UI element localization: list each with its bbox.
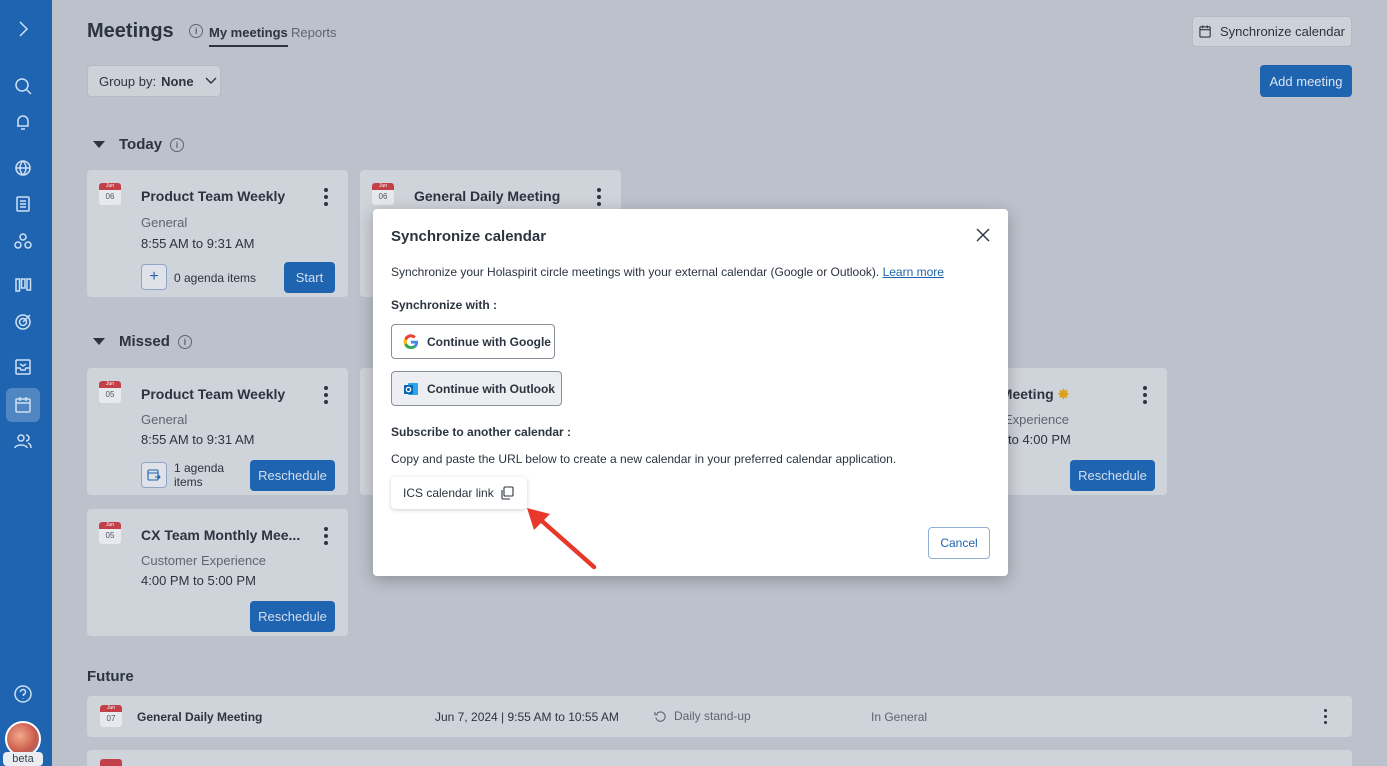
synchronize-calendar-dialog: Synchronize calendar Synchronize your Ho… xyxy=(373,209,1008,576)
caret-down-icon xyxy=(93,338,105,345)
people-icon[interactable] xyxy=(10,428,36,454)
google-icon xyxy=(403,333,418,349)
copy-icon xyxy=(501,486,514,500)
more-options-icon[interactable] xyxy=(324,527,328,548)
more-options-icon[interactable] xyxy=(324,386,328,407)
meeting-date: Jun 7, 2024 | 9:55 AM to 10:55 AM xyxy=(435,710,619,724)
more-options-icon[interactable] xyxy=(324,188,328,209)
more-options-icon[interactable] xyxy=(597,188,601,209)
meeting-card[interactable]: Jun 05 CX Team Monthly Mee... Customer Ex… xyxy=(87,509,348,636)
chevron-right-icon[interactable] xyxy=(10,16,36,42)
subscribe-label: Subscribe to another calendar : xyxy=(391,425,572,439)
dialog-title: Synchronize calendar xyxy=(391,228,547,245)
search-icon[interactable] xyxy=(10,73,36,99)
calendar-date-icon: Jun 07 xyxy=(100,705,122,727)
calendar-date-icon: Jun 05 xyxy=(99,381,121,403)
sidebar: beta xyxy=(0,0,52,766)
meeting-card[interactable]: Jun 05 Product Team Weekly General 8:55 A… xyxy=(87,368,348,495)
board-icon[interactable] xyxy=(10,272,36,298)
recurrence-icon xyxy=(654,710,666,722)
meeting-circle: General xyxy=(141,412,188,427)
reschedule-button[interactable]: Reschedule xyxy=(250,460,335,491)
outlook-icon xyxy=(404,382,418,395)
calendar-icon[interactable] xyxy=(6,388,40,422)
reschedule-button[interactable]: Reschedule xyxy=(1070,460,1155,491)
meeting-time: 8:55 AM to 9:31 AM xyxy=(141,236,255,251)
section-today[interactable]: Today i xyxy=(93,136,185,153)
meeting-recurrence: Daily stand-up xyxy=(654,709,751,723)
caret-down-icon xyxy=(93,141,105,148)
group-by-select[interactable]: Group by: None xyxy=(87,65,221,97)
sync-with-label: Synchronize with : xyxy=(391,298,498,312)
meeting-circle: In General xyxy=(871,710,928,724)
meeting-circle: General xyxy=(141,215,188,230)
meeting-title[interactable]: CX Team Monthly Mee... xyxy=(141,527,300,543)
calendar-date-icon: Jun 06 xyxy=(372,183,394,205)
add-agenda-icon[interactable]: + xyxy=(141,264,167,290)
continue-with-outlook-button[interactable]: Continue with Outlook xyxy=(391,371,562,406)
meeting-title[interactable]: General Daily Meeting xyxy=(137,710,262,724)
circles-icon[interactable] xyxy=(10,228,36,254)
start-button[interactable]: Start xyxy=(284,262,335,293)
meeting-time: to 4:00 PM xyxy=(1008,432,1071,447)
info-icon[interactable]: i xyxy=(170,137,185,152)
inbox-icon[interactable] xyxy=(10,354,36,380)
info-icon[interactable]: i xyxy=(177,334,192,349)
learn-more-link[interactable]: Learn more xyxy=(883,265,944,279)
close-icon[interactable] xyxy=(975,227,991,243)
meeting-title[interactable]: General Daily Meeting xyxy=(414,188,560,204)
meeting-title[interactable]: Product Team Weekly xyxy=(141,386,285,402)
dialog-description: Synchronize your Holaspirit circle meeti… xyxy=(391,265,944,279)
add-meeting-button[interactable]: Add meeting xyxy=(1260,65,1352,97)
synchronize-calendar-button[interactable]: Synchronize calendar xyxy=(1192,16,1352,47)
meeting-circle: Customer Experience xyxy=(141,553,266,568)
bell-icon[interactable] xyxy=(10,109,36,135)
meeting-time: 8:55 AM to 9:31 AM xyxy=(141,432,255,447)
reschedule-button[interactable]: Reschedule xyxy=(250,601,335,632)
more-options-icon[interactable] xyxy=(1143,386,1147,407)
calendar-date-icon: Jun 06 xyxy=(99,183,121,205)
calendar-date-icon xyxy=(100,759,122,766)
target-icon[interactable] xyxy=(10,309,36,335)
tab-reports[interactable]: Reports xyxy=(291,25,337,40)
calendar-date-icon: Jun 05 xyxy=(99,522,121,544)
continue-with-google-button[interactable]: Continue with Google xyxy=(391,324,555,359)
calendar-sync-icon xyxy=(1199,25,1211,38)
chevron-down-icon xyxy=(205,77,217,84)
globe-icon[interactable] xyxy=(10,155,36,181)
tab-my-meetings[interactable]: My meetings xyxy=(209,25,288,47)
beta-badge: beta xyxy=(3,752,43,766)
section-missed[interactable]: Missed i xyxy=(93,333,192,350)
table-row[interactable]: Jun 07 General Daily Meeting Jun 7, 2024 … xyxy=(87,696,1352,737)
help-icon[interactable] xyxy=(10,681,36,707)
meeting-time: 4:00 PM to 5:00 PM xyxy=(141,573,256,588)
subscribe-description: Copy and paste the URL below to create a… xyxy=(391,452,897,466)
section-future: Future xyxy=(87,668,134,685)
info-icon[interactable]: i xyxy=(189,24,204,38)
annotation-arrow-icon xyxy=(527,508,597,570)
agenda-count: 1 agenda items xyxy=(174,461,225,489)
cancel-button[interactable]: Cancel xyxy=(928,527,990,559)
meeting-title[interactable]: Product Team Weekly xyxy=(141,188,285,204)
sun-icon: ✸ xyxy=(1057,386,1070,402)
meeting-card[interactable]: Jun 06 Product Team Weekly General 8:55 A… xyxy=(87,170,348,297)
ics-calendar-link-button[interactable]: ICS calendar link xyxy=(391,477,527,509)
agenda-count: 0 agenda items xyxy=(174,271,257,285)
page-title: Meetings i xyxy=(87,20,204,43)
document-icon[interactable] xyxy=(10,191,36,217)
table-row[interactable] xyxy=(87,750,1352,766)
agenda-icon[interactable] xyxy=(141,462,167,488)
more-options-icon[interactable] xyxy=(1324,709,1327,727)
